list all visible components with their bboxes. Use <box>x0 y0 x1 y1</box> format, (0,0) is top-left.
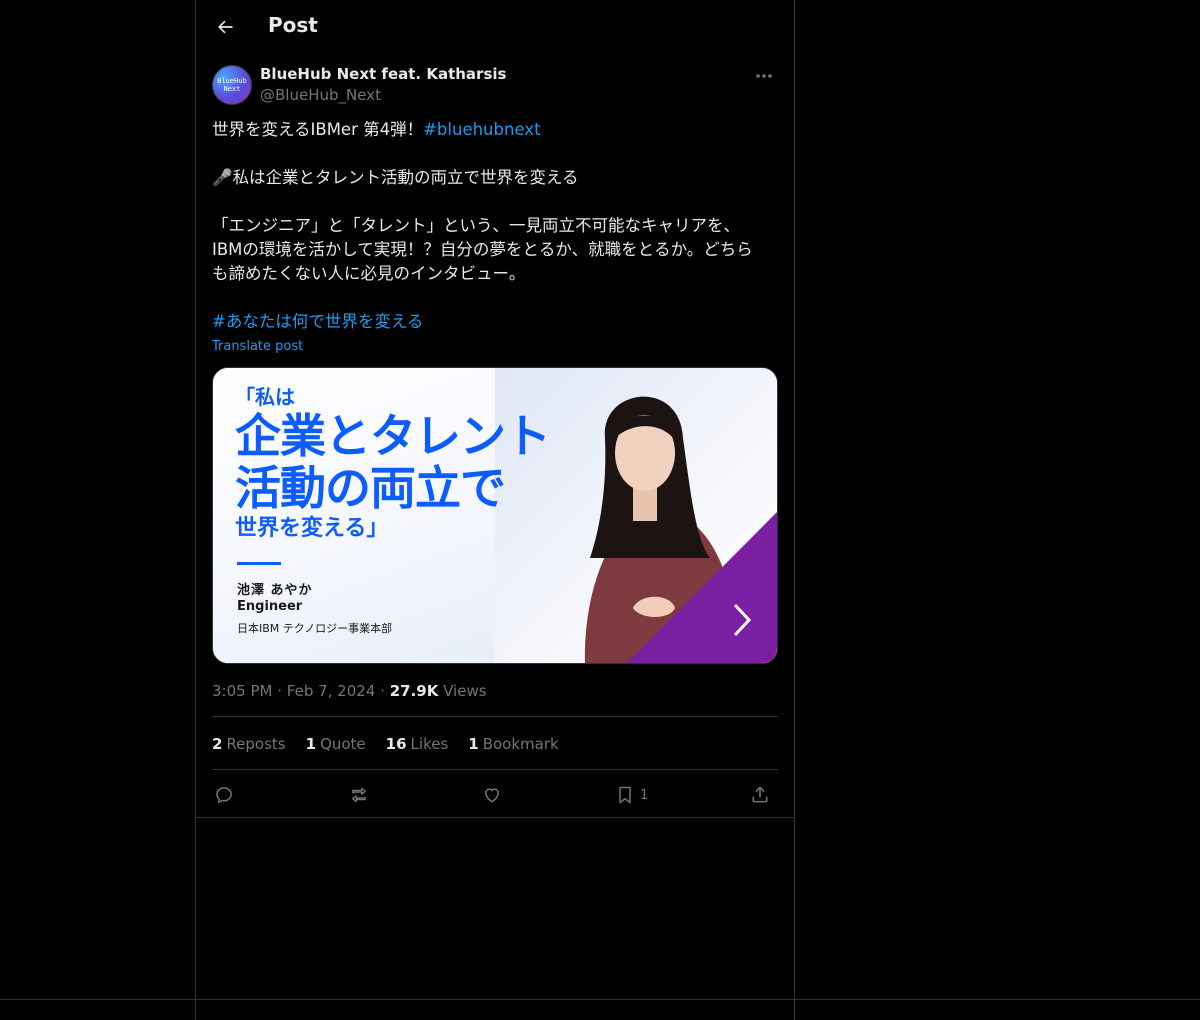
reposts-stat[interactable]: 2 Reposts <box>212 735 286 753</box>
post-line: IBMの環境を活かして実現！？自分の夢をとるか、就職をとるか。どちら <box>212 240 753 259</box>
bookmark-action-count: 1 <box>640 787 649 803</box>
media-accent-triangle <box>626 512 777 663</box>
bookmark-icon <box>619 786 631 804</box>
main-column: Post BlueHub Next BlueHub Next feat. Kat… <box>195 0 795 1020</box>
repost-button[interactable] <box>348 782 370 808</box>
post-stats: 2 Reposts 1 Quote 16 Likes 1 Bookmark <box>212 735 559 753</box>
post-date[interactable]: Feb 7, 2024 <box>287 682 376 700</box>
page-header: Post <box>196 0 794 54</box>
chevron-right-icon <box>733 603 752 637</box>
like-button[interactable] <box>482 782 502 808</box>
repost-icon <box>352 787 366 803</box>
quote-label: Quote <box>320 735 366 753</box>
avatar-text-1: BlueHub <box>217 77 247 85</box>
post-actions: 1 <box>212 780 778 810</box>
reposts-count: 2 <box>212 735 223 753</box>
avatar-text-2: Next <box>223 85 241 93</box>
divider <box>212 716 778 717</box>
like-icon <box>484 788 500 803</box>
divider <box>212 769 778 770</box>
post-line: も諦めたくない人に必見のインタビュー。 <box>212 264 526 283</box>
post-line: 🎤私は企業とタレント活動の両立で世界を変える <box>212 168 579 187</box>
post-line: 世界を変えるIBMer 第4弾！#bluehubnext <box>212 118 778 142</box>
post-line: 「エンジニア」と「タレント」という、一見両立不可能なキャリアを、 <box>212 216 740 235</box>
back-arrow-icon <box>218 20 233 34</box>
bookmark-button[interactable]: 1 <box>616 782 648 808</box>
page-title: Post <box>268 13 318 37</box>
post-media-card[interactable]: 「私は 企業とタレント 活動の両立で 世界を変える」 池澤 あやか Engine… <box>212 367 778 664</box>
hashtag-link[interactable]: #bluehubnext <box>423 120 540 139</box>
reply-icon <box>216 787 232 804</box>
bookmark-label: Bookmark <box>482 735 559 753</box>
likes-label: Likes <box>410 735 449 753</box>
views-label: Views <box>443 682 487 700</box>
post-text: 世界を変えるIBMer 第4弾！#bluehubnext 🎤私は企業とタレント活… <box>212 118 778 334</box>
post-time[interactable]: 3:05 PM <box>212 682 272 700</box>
divider <box>196 817 794 818</box>
quote-count: 1 <box>305 735 317 753</box>
more-button[interactable] <box>752 66 776 86</box>
author-name[interactable]: BlueHub Next feat. Katharsis <box>260 65 506 83</box>
share-icon <box>752 786 768 803</box>
quotes-stat[interactable]: 1 Quote <box>306 735 366 753</box>
likes-stat[interactable]: 16 Likes <box>386 735 449 753</box>
avatar[interactable]: BlueHub Next <box>212 65 252 105</box>
bottom-border <box>0 999 1200 1000</box>
post-author: BlueHub Next BlueHub Next feat. Katharsi… <box>212 64 778 108</box>
bookmarks-stat[interactable]: 1 Bookmark <box>468 735 558 753</box>
more-icon <box>756 74 772 78</box>
reply-button[interactable] <box>214 782 234 808</box>
back-button[interactable] <box>208 10 242 44</box>
hashtag-link[interactable]: #あなたは何で世界を変える <box>212 312 423 331</box>
share-button[interactable] <box>750 782 770 808</box>
likes-count: 16 <box>385 735 407 753</box>
post-meta: 3:05 PM · Feb 7, 2024 · 27.9K Views <box>212 682 487 700</box>
views-count: 27.9K <box>389 682 439 700</box>
translate-post-link[interactable]: Translate post <box>212 339 303 354</box>
author-handle[interactable]: @BlueHub_Next <box>260 86 381 104</box>
post-line-text: 世界を変えるIBMer 第4弾！ <box>212 120 424 139</box>
reposts-label: Reposts <box>226 735 286 753</box>
bookmark-count: 1 <box>468 735 479 753</box>
